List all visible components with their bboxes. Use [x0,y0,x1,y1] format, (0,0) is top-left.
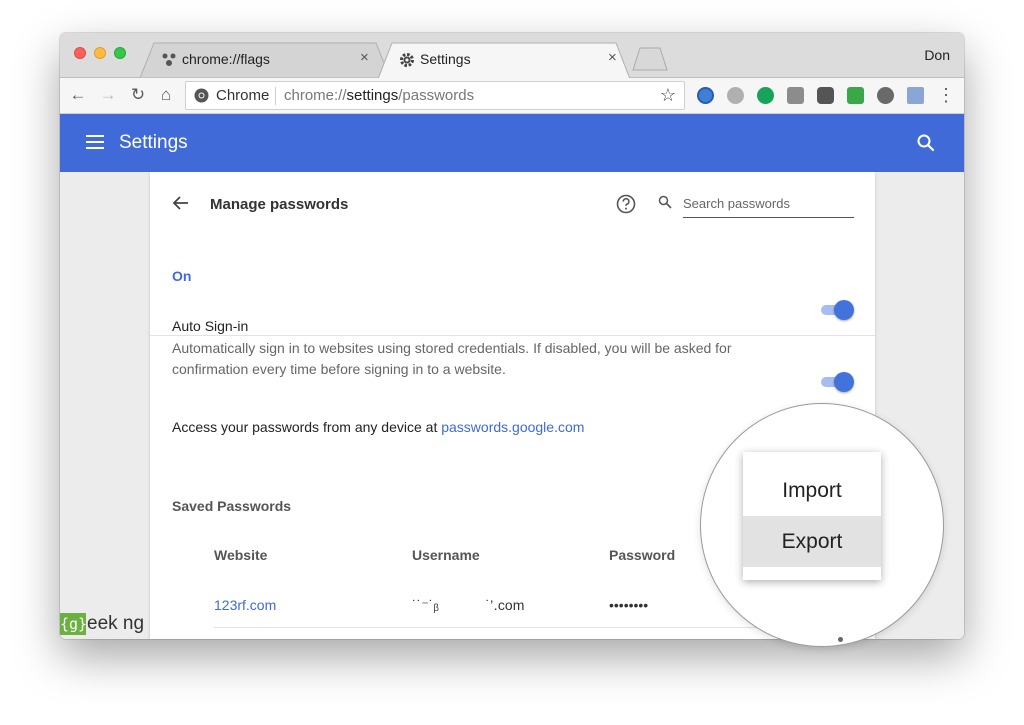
back-arrow-icon[interactable] [172,194,190,212]
passwords-google-link[interactable]: passwords.google.com [441,419,584,435]
auto-signin-toggle[interactable] [819,372,854,392]
home-icon[interactable]: ⌂ [156,85,176,105]
profile-name[interactable]: Don [924,47,950,63]
row-password: •••••••• [609,597,649,613]
grammarly-icon[interactable] [757,87,774,104]
tab-label: Settings [420,51,471,67]
export-menu-item[interactable]: Export [743,516,881,567]
tab-label: chrome://flags [182,51,270,67]
new-tab-button[interactable] [632,47,668,71]
tab-settings[interactable]: Settings × [378,42,630,78]
tab-flags[interactable]: chrome://flags × [140,42,390,78]
password-saving-status: On [172,268,192,284]
tab-strip: chrome://flags × Settings × Don [60,33,964,78]
tab-close-icon[interactable]: × [608,49,617,66]
divider [150,335,875,336]
watermark-logo: {g} [60,613,88,635]
url-text: chrome://settings/passwords [284,87,475,104]
extension-a-icon[interactable] [697,87,714,104]
more-menu-icon[interactable]: ⋮ [936,85,956,105]
access-passwords-text: Access your passwords from any device at… [172,419,585,435]
camera-icon[interactable] [787,87,804,104]
help-icon[interactable] [616,194,636,214]
magnifier-callout: Import Export [700,403,944,647]
page-title: Manage passwords [210,196,349,213]
column-header-password: Password [609,547,676,563]
gear-icon [400,53,414,67]
column-header-website: Website [214,547,268,563]
auto-signin-title: Auto Sign-in [172,318,249,334]
settings-header: Settings [60,114,964,172]
import-menu-item[interactable]: Import [743,465,881,516]
extension-mask-icon[interactable] [817,87,834,104]
forward-icon[interactable]: → [98,85,118,105]
more-actions-dot-icon[interactable] [838,637,843,642]
reload-icon[interactable]: ↻ [128,85,148,105]
saved-passwords-heading: Saved Passwords [172,498,292,514]
extension-badge-icon[interactable] [847,87,864,104]
search-passwords-input[interactable] [683,190,854,218]
flask-icon [162,53,176,66]
minimize-window-button[interactable] [94,47,106,59]
settings-title: Settings [119,132,188,153]
column-header-username: Username [412,547,480,563]
hamburger-menu-icon[interactable] [86,135,104,149]
site-chip: Chrome [216,87,270,104]
search-icon[interactable] [916,133,936,153]
close-window-button[interactable] [74,47,86,59]
row-divider [214,627,834,628]
extension-film-icon[interactable] [877,87,894,104]
row-website-link[interactable]: 123rf.com [214,597,276,613]
auto-signin-description: Automatically sign in to websites using … [172,340,732,377]
password-saving-toggle[interactable] [819,300,854,320]
maximize-window-button[interactable] [114,47,126,59]
search-passwords-icon [658,195,672,209]
watermark-text: eek ng [87,613,145,634]
watermark: {g} eek ng [60,610,144,638]
chrome-logo-icon [194,88,209,103]
extension-leaf-icon[interactable] [727,87,744,104]
back-icon[interactable]: ← [68,85,88,105]
bookmark-star-icon[interactable]: ☆ [660,85,676,106]
browser-toolbar: ← → ↻ ⌂ Chrome chrome://settings/passwor… [60,78,964,114]
passwords-options-menu: Import Export [743,452,881,580]
download-icon[interactable] [907,87,924,104]
omnibox-separator [275,87,276,105]
tab-close-icon[interactable]: × [360,49,369,66]
row-username: ˙˙⁻˙ᵦ ˙’․com [412,597,525,613]
address-bar[interactable]: Chrome chrome://settings/passwords ☆ [185,81,685,110]
